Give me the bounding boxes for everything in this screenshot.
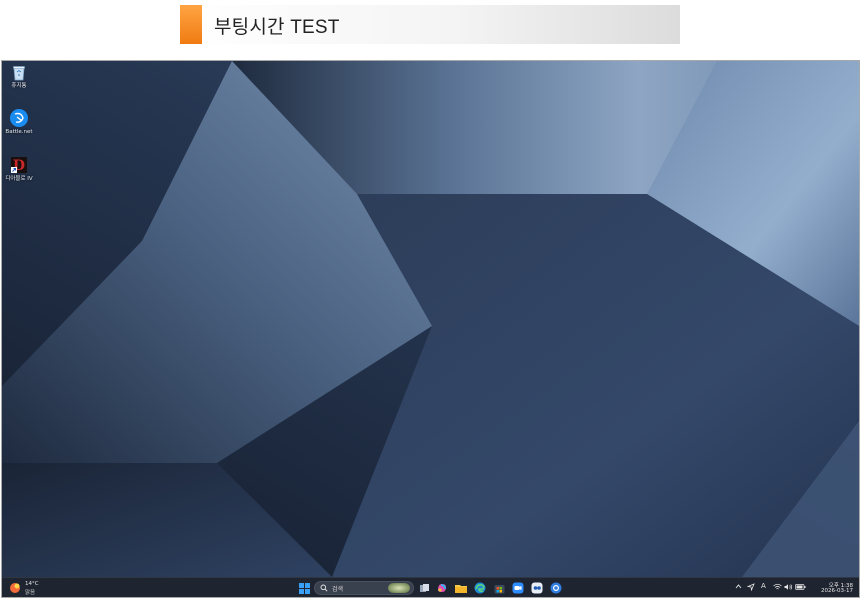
weather-condition: 맑음 — [25, 590, 36, 596]
banner-title: 부팅시간 TEST — [214, 17, 340, 38]
title-banner: 부팅시간 TEST — [180, 5, 680, 44]
chrome-icon — [550, 582, 562, 594]
copilot-icon — [438, 584, 446, 592]
location-icon[interactable] — [746, 583, 755, 593]
file-explorer-icon — [455, 584, 467, 593]
task-view-button[interactable] — [416, 580, 432, 596]
edge-button[interactable] — [472, 580, 488, 596]
location-arrow-icon — [746, 583, 755, 592]
desktop-icon-label: Battle.net — [5, 129, 33, 135]
zoom-button[interactable] — [510, 580, 526, 596]
recycle-bin-icon — [13, 66, 25, 81]
desktop-screen: 휴지통 Battle.net D 디아블로 IV 14°C 맑음 검색 A 오후… — [1, 60, 860, 598]
desktop-icon-diablo[interactable]: D 디아블로 IV — [2, 155, 36, 183]
store-button[interactable] — [491, 580, 507, 596]
file-explorer-button[interactable] — [453, 580, 469, 596]
store-icon — [494, 584, 504, 593]
taskbar: 14°C 맑음 검색 A 오후 1:38 2026-03-17 — [2, 577, 859, 597]
start-icon — [298, 582, 310, 594]
weather-sun-icon — [10, 583, 20, 593]
system-tray: A 오후 1:38 2026-03-17 — [735, 580, 853, 596]
ime-indicator[interactable]: A — [761, 582, 766, 590]
wifi-icon[interactable] — [773, 583, 782, 593]
start-button[interactable] — [296, 580, 312, 596]
speaker-icon — [784, 584, 793, 590]
battery-icon[interactable] — [795, 583, 806, 593]
weather-temperature: 14°C — [25, 581, 39, 587]
desktop-icon-recycle-bin[interactable]: 휴지통 — [2, 64, 36, 90]
desktop-icon-label: 디아블로 IV — [5, 176, 33, 182]
search-icon — [320, 584, 328, 592]
chevron-up-icon — [735, 584, 742, 589]
volume-icon[interactable] — [784, 583, 793, 593]
tray-overflow-icon[interactable] — [735, 583, 742, 592]
zoom-icon — [512, 582, 524, 594]
battery-status-icon — [795, 584, 806, 590]
search-placeholder: 검색 — [332, 586, 344, 593]
copilot-button[interactable] — [434, 580, 450, 596]
desktop-wallpaper — [2, 61, 859, 577]
chrome-button[interactable] — [548, 580, 564, 596]
desktop-icon-battlenet[interactable]: Battle.net — [2, 108, 36, 136]
wifi-signal-icon — [773, 583, 782, 590]
clock-date[interactable]: 2026-03-17 — [821, 588, 853, 594]
task-view-icon — [419, 583, 429, 592]
edge-icon — [474, 582, 486, 594]
taskbar-search[interactable]: 검색 — [314, 581, 414, 595]
battlenet-icon — [10, 109, 28, 127]
teams-icon — [531, 582, 543, 594]
teams-button[interactable] — [529, 580, 545, 596]
search-highlight-image — [388, 583, 410, 593]
banner-accent-bar — [180, 5, 202, 44]
diablo-icon: D — [11, 157, 27, 174]
desktop-icon-label: 휴지통 — [11, 83, 27, 89]
